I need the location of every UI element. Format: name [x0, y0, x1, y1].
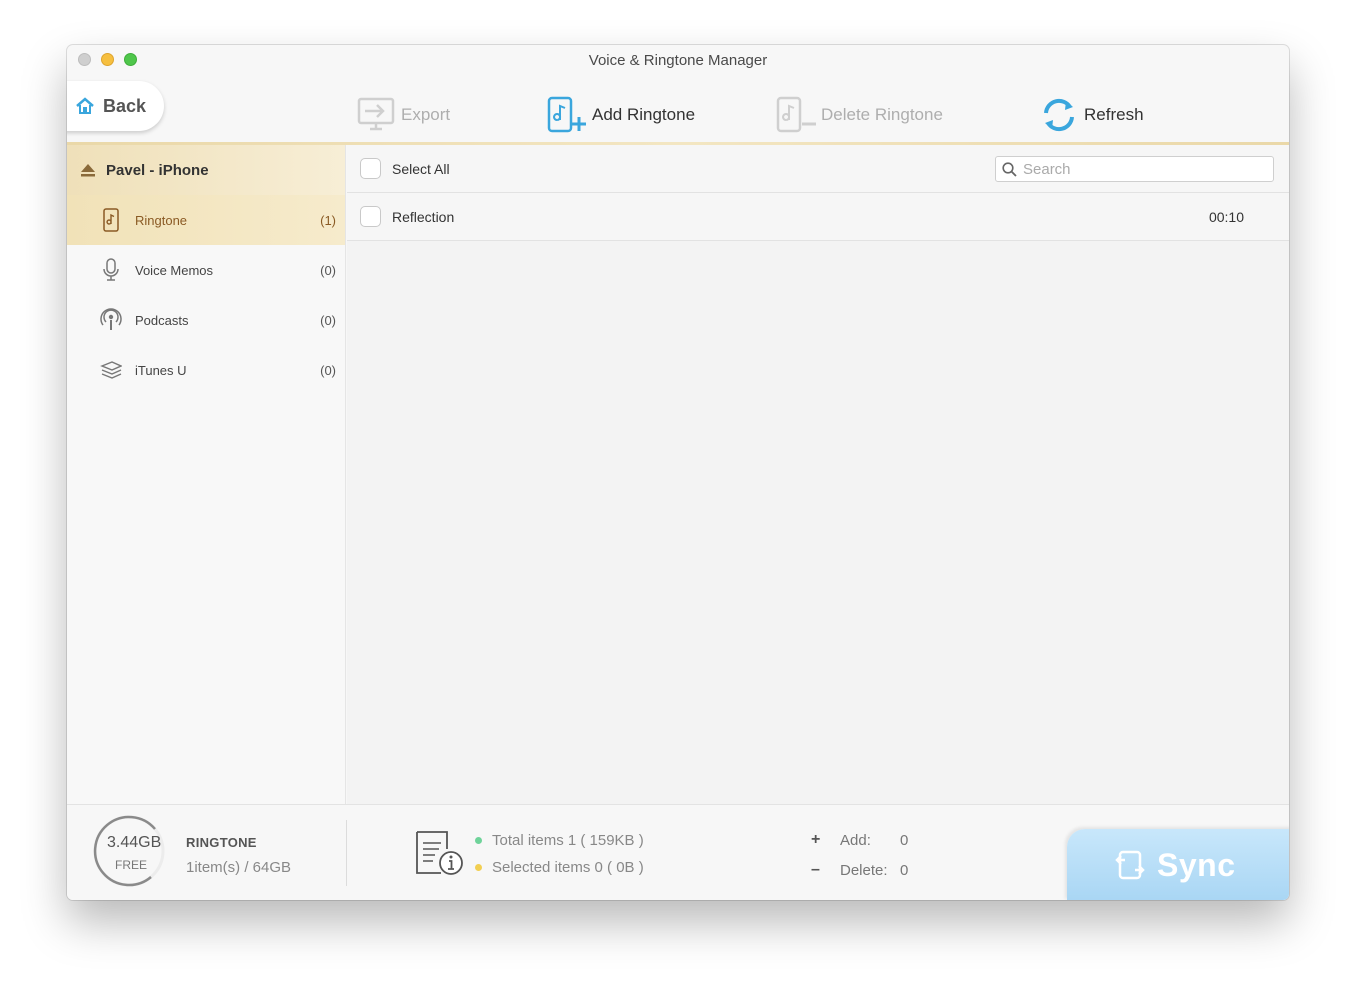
sidebar-item-count: (0)	[320, 262, 336, 278]
device-name: Pavel - iPhone	[106, 161, 209, 179]
add-ringtone-icon	[547, 96, 586, 133]
table-row[interactable]: Reflection 00:10	[347, 193, 1289, 241]
refresh-icon	[1044, 98, 1074, 132]
sync-button[interactable]: Sync	[1067, 829, 1289, 900]
delete-count: – Delete: 0	[811, 861, 908, 879]
sidebar: Pavel - iPhone Ringtone (1) Voice Memos …	[67, 145, 346, 804]
storage-free-value: 3.44GB	[107, 834, 162, 851]
select-all-checkbox[interactable]	[360, 158, 381, 179]
export-button[interactable]: Export	[355, 95, 450, 135]
sync-icon	[1115, 850, 1145, 880]
sync-label: Sync	[1157, 846, 1236, 883]
sidebar-item-label: iTunes U	[135, 362, 187, 378]
footer-divider	[346, 820, 347, 886]
ringtone-icon	[103, 208, 119, 232]
document-info-icon	[416, 831, 463, 875]
refresh-label: Refresh	[1084, 105, 1144, 124]
list-header: Select All	[347, 145, 1289, 193]
add-value: 0	[900, 831, 909, 849]
selected-items-stat: Selected items 0 ( 0B )	[475, 859, 644, 876]
row-checkbox[interactable]	[360, 206, 381, 227]
delete-label: Delete:	[840, 861, 888, 879]
podcast-icon	[100, 308, 122, 330]
itunes-u-icon	[100, 361, 122, 379]
back-label: Back	[103, 95, 147, 116]
delete-ringtone-icon	[776, 96, 816, 133]
sidebar-item-label: Podcasts	[135, 312, 189, 328]
window-title: Voice & Ringtone Manager	[588, 52, 768, 69]
refresh-button[interactable]: Refresh	[1038, 95, 1144, 135]
add-ringtone-label: Add Ringtone	[592, 105, 696, 124]
search-icon	[1002, 161, 1017, 177]
storage-free-label: FREE	[115, 858, 148, 872]
sidebar-item-itunes-u[interactable]: iTunes U (0)	[67, 345, 345, 395]
sidebar-item-count: (0)	[320, 312, 336, 328]
sidebar-item-podcasts[interactable]: Podcasts (0)	[67, 295, 345, 345]
delete-ringtone-label: Delete Ringtone	[821, 105, 943, 124]
plus-icon: +	[811, 831, 821, 848]
total-items-text: Total items 1 ( 159KB )	[492, 832, 644, 849]
selected-items-text: Selected items 0 ( 0B )	[492, 859, 644, 876]
delete-value: 0	[900, 861, 909, 879]
status-footer: 3.44GB FREE RINGTONE 1item(s) / 64GB Tot…	[67, 804, 1289, 900]
minus-icon: –	[811, 861, 820, 878]
select-all-label[interactable]: Select All	[392, 161, 450, 177]
sidebar-item-voice-memos[interactable]: Voice Memos (0)	[67, 245, 345, 295]
add-count: + Add: 0	[811, 831, 908, 849]
toolbar: Export Add Ringtone Delete Ringtone Refr…	[67, 85, 1289, 143]
total-items-stat: Total items 1 ( 159KB )	[475, 832, 644, 849]
back-button[interactable]: Back	[67, 81, 164, 131]
ringtone-title: Reflection	[392, 208, 455, 225]
add-ringtone-button[interactable]: Add Ringtone	[546, 95, 695, 135]
sidebar-item-count: (0)	[320, 362, 336, 378]
total-dot	[475, 837, 482, 844]
ringtone-duration: 00:10	[1208, 208, 1244, 225]
sidebar-item-ringtone[interactable]: Ringtone (1)	[67, 195, 345, 245]
delete-ringtone-button[interactable]: Delete Ringtone	[775, 95, 943, 135]
category-name: RINGTONE	[186, 835, 257, 850]
sidebar-item-label: Ringtone	[135, 212, 188, 228]
app-window: Voice & Ringtone Manager Export Add Ring…	[67, 45, 1289, 900]
export-label: Export	[401, 105, 451, 124]
add-label: Add:	[840, 831, 871, 849]
sidebar-item-count: (1)	[320, 212, 336, 228]
home-icon	[76, 97, 94, 114]
selected-dot	[475, 864, 482, 871]
microphone-icon	[103, 258, 119, 281]
device-header[interactable]: Pavel - iPhone	[67, 145, 345, 195]
title-bar: Voice & Ringtone Manager	[67, 45, 1289, 75]
search-input[interactable]	[1023, 160, 1253, 178]
search-box[interactable]	[995, 156, 1274, 182]
eject-icon[interactable]	[80, 163, 96, 177]
category-usage: 1item(s) / 64GB	[186, 859, 292, 876]
sidebar-item-label: Voice Memos	[135, 262, 214, 278]
ringtone-list-panel: Select All Reflection 00:10	[347, 145, 1289, 804]
export-icon	[357, 97, 395, 131]
